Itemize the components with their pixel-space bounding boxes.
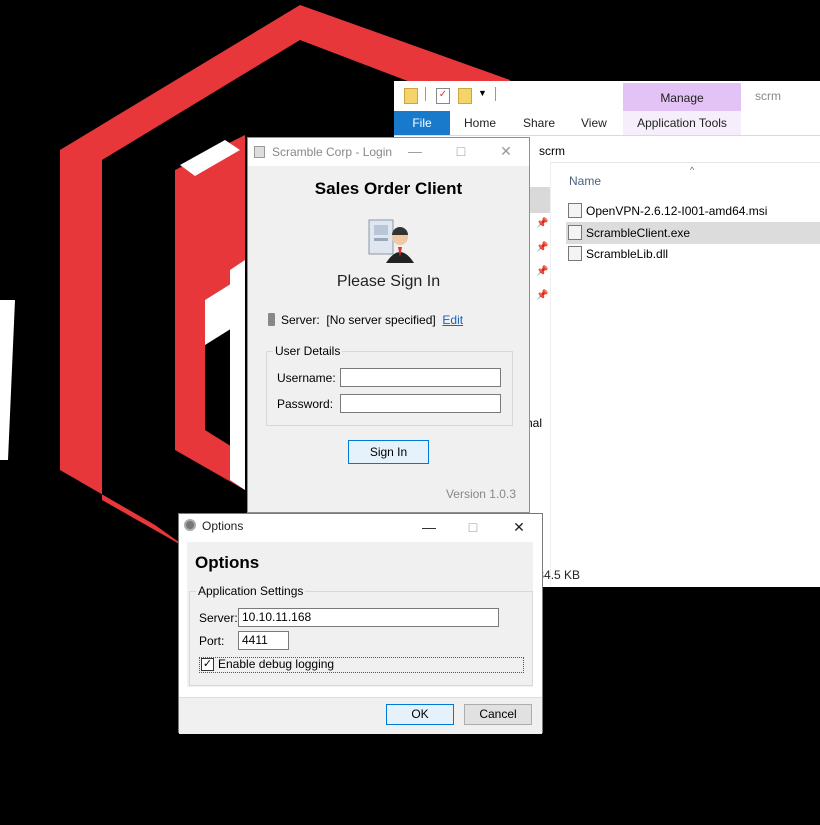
folder-icon[interactable] <box>404 88 418 104</box>
group-title: User Details <box>275 344 341 358</box>
server-label: Server: <box>281 313 320 327</box>
dialog-footer: OK Cancel <box>179 697 542 734</box>
pin-icon: 📌 <box>536 290 549 301</box>
list-item[interactable]: OpenVPN-2.6.12-I001-amd64.msi <box>568 200 820 222</box>
login-titlebar[interactable]: Scramble Corp - Login — □ ✕ <box>248 138 529 166</box>
debug-logging-label: Enable debug logging <box>218 657 335 671</box>
ok-button[interactable]: OK <box>386 704 454 725</box>
minimize-icon[interactable]: — <box>398 138 432 166</box>
list-item[interactable]: ScrambleLib.dll <box>568 243 820 265</box>
version-label: Version 1.0.3 <box>445 487 516 501</box>
server-label: Server: <box>199 611 238 625</box>
tab-application-tools[interactable]: Application Tools <box>623 111 741 135</box>
window-title: scrm <box>755 89 781 103</box>
file-name: ScrambleClient.exe <box>586 226 691 240</box>
app-lock-icon <box>254 146 265 158</box>
debug-logging-checkbox[interactable]: ✓ <box>201 658 214 671</box>
port-label: Port: <box>199 634 225 648</box>
cancel-button[interactable]: Cancel <box>464 704 532 725</box>
minimize-icon[interactable]: — <box>412 514 446 540</box>
pin-icon: 📌 <box>536 266 549 277</box>
close-icon[interactable]: ✕ <box>502 514 536 540</box>
login-heading: Sales Order Client <box>314 179 463 198</box>
dll-file-icon <box>568 246 582 261</box>
status-size: 84.5 KB <box>537 568 581 582</box>
pin-icon: 📌 <box>536 242 549 253</box>
group-title: Application Settings <box>198 584 304 598</box>
tab-file[interactable]: File <box>394 111 450 135</box>
close-icon[interactable]: ✕ <box>489 138 523 166</box>
server-row: Server: [No server specified] Edit <box>268 313 463 327</box>
username-field[interactable] <box>340 368 501 387</box>
breadcrumb-scrm[interactable]: scrm <box>539 144 565 158</box>
msi-installer-icon <box>568 203 582 218</box>
tab-manage[interactable]: Manage <box>623 83 741 111</box>
pin-icon: 📌 <box>536 218 549 229</box>
list-item[interactable]: ScrambleClient.exe <box>566 222 820 244</box>
user-login-icon <box>368 219 414 263</box>
tab-home[interactable]: Home <box>464 111 496 135</box>
port-field[interactable]: 4411 <box>238 631 289 650</box>
login-window-title: Scramble Corp - Login <box>272 145 393 159</box>
options-window-title: Options <box>202 519 244 533</box>
customize-toolbar-dropdown-icon[interactable]: ▼ <box>478 88 487 98</box>
options-titlebar[interactable]: Options — □ ✕ <box>179 514 542 540</box>
options-heading: Options <box>195 553 260 572</box>
maximize-icon[interactable]: □ <box>444 138 478 166</box>
login-window: Scramble Corp - Login — □ ✕ Sales Order … <box>247 137 530 513</box>
server-value: [No server specified] <box>326 313 436 327</box>
sign-in-title: Please Sign In <box>336 273 441 290</box>
server-field[interactable]: 10.10.11.168 <box>238 608 499 627</box>
file-name: ScrambleLib.dll <box>586 247 669 261</box>
username-label: Username: <box>277 371 336 385</box>
password-field[interactable] <box>340 394 501 413</box>
maximize-icon[interactable]: □ <box>456 514 490 540</box>
password-label: Password: <box>277 397 334 411</box>
gear-icon <box>184 519 196 531</box>
server-phone-icon <box>268 313 275 326</box>
edit-server-link[interactable]: Edit <box>442 313 463 327</box>
tab-view[interactable]: View <box>581 111 607 135</box>
file-name: OpenVPN-2.6.12-I001-amd64.msi <box>586 204 768 218</box>
column-header-name[interactable]: Name <box>569 174 601 188</box>
ribbon-tabs: File Home Share View <box>394 111 820 136</box>
new-folder-icon[interactable] <box>458 88 472 104</box>
properties-checkmark-icon[interactable]: ✓ <box>436 88 450 104</box>
sort-ascending-icon: ^ <box>690 165 695 175</box>
options-dialog: Options — □ ✕ Options Application Settin… <box>178 513 543 734</box>
app-exe-icon <box>568 225 582 240</box>
sign-in-button[interactable]: Sign In <box>348 440 429 464</box>
tab-share[interactable]: Share <box>523 111 555 135</box>
